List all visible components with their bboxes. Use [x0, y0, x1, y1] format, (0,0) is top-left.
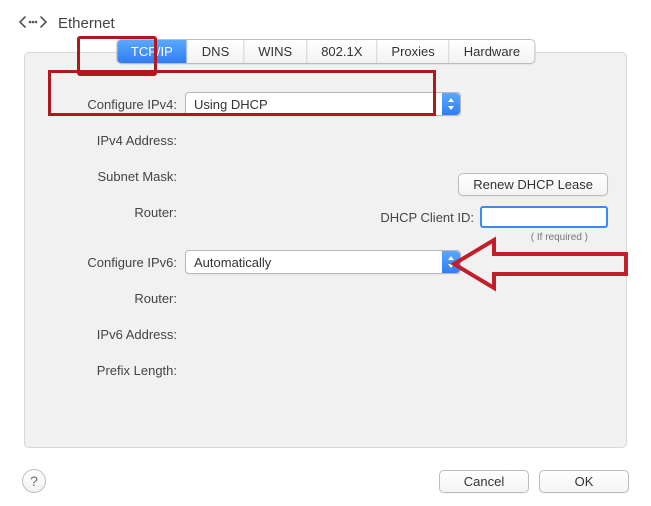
tab-proxies[interactable]: Proxies — [377, 40, 449, 63]
tab-bar: TCP/IP DNS WINS 802.1X Proxies Hardware — [116, 39, 535, 64]
page-title: Ethernet — [58, 15, 115, 32]
tab-tcpip[interactable]: TCP/IP — [117, 40, 188, 63]
chevron-updown-icon — [442, 251, 460, 273]
ipv6-router-label: Router: — [47, 291, 185, 306]
tab-8021x[interactable]: 802.1X — [307, 40, 377, 63]
ipv6-address-label: IPv6 Address: — [47, 327, 185, 342]
tab-dns[interactable]: DNS — [188, 40, 244, 63]
if-required-hint: ( If required ) — [426, 232, 588, 243]
configure-ipv4-value: Using DHCP — [194, 97, 268, 112]
cancel-button[interactable]: Cancel — [439, 470, 529, 493]
dhcp-client-id-label: DHCP Client ID: — [380, 210, 474, 225]
configure-ipv6-label: Configure IPv6: — [47, 255, 185, 270]
configure-ipv6-value: Automatically — [194, 255, 271, 270]
tab-hardware[interactable]: Hardware — [450, 40, 534, 63]
settings-panel: TCP/IP DNS WINS 802.1X Proxies Hardware … — [24, 52, 627, 448]
prefix-length-label: Prefix Length: — [47, 363, 185, 378]
renew-dhcp-lease-button[interactable]: Renew DHCP Lease — [458, 173, 608, 196]
help-button[interactable]: ? — [22, 469, 46, 493]
configure-ipv4-label: Configure IPv4: — [47, 97, 185, 112]
ok-button[interactable]: OK — [539, 470, 629, 493]
chevron-updown-icon — [442, 93, 460, 115]
configure-ipv4-select[interactable]: Using DHCP — [185, 92, 461, 116]
configure-ipv6-select[interactable]: Automatically — [185, 250, 461, 274]
ipv4-router-label: Router: — [47, 205, 185, 220]
subnet-mask-label: Subnet Mask: — [47, 169, 185, 184]
ipv4-address-label: IPv4 Address: — [47, 133, 185, 148]
ethernet-icon — [18, 12, 48, 35]
tab-wins[interactable]: WINS — [244, 40, 307, 63]
dhcp-client-id-input[interactable] — [480, 206, 608, 228]
